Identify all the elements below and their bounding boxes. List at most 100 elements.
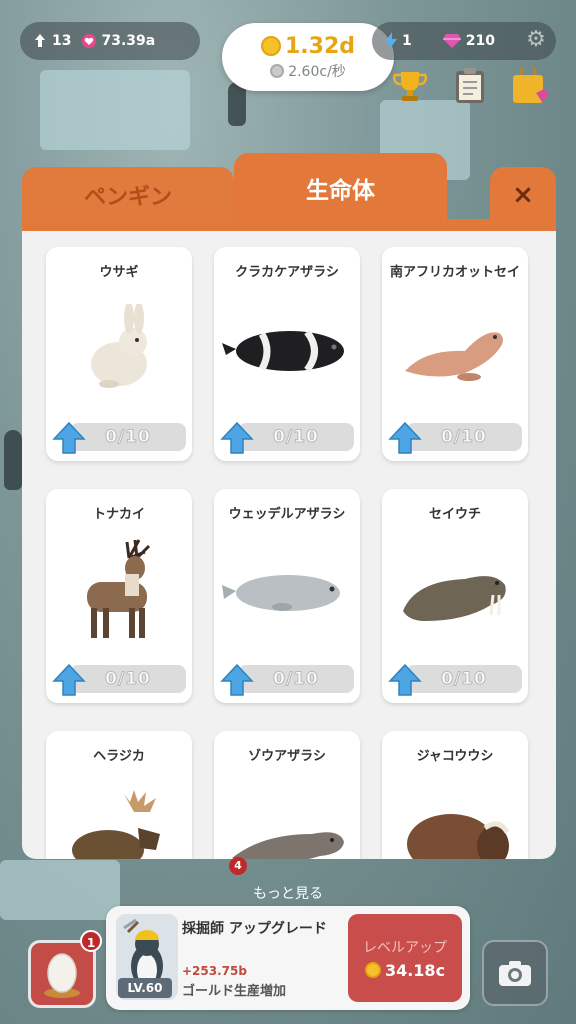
upgrade-delta: +253.75b [182,964,247,978]
ribbon-seal-illustration [214,299,360,399]
lifeform-name: クラカケアザラシ [235,265,339,280]
progress-bar: 0/10 [70,423,186,451]
egg-badge: 1 [80,930,102,952]
lifeform-grid: ウサギ 0/10 クラカケアザラシ 0/10 南アフリカオットセイ 0/10 トナカイ 0/1… [46,247,532,859]
more-badge: 4 [229,857,247,875]
lifeform-card-elephant-seal[interactable]: ゾウアザラシ [214,731,360,859]
arrow-up-icon [388,421,422,454]
tab-penguin[interactable]: ペンギン [22,167,234,223]
gems-stat[interactable]: 210 [442,33,495,49]
weddell-seal-illustration [214,541,360,641]
coin-rate-value: 2.60c/秒 [288,63,346,80]
lifeform-card-reindeer[interactable]: トナカイ 0/10 [46,489,192,703]
heart-gem-icon [82,34,97,48]
coin-icon [260,36,281,56]
hearts-stat[interactable]: 73.39a [81,33,155,49]
trophy-icon[interactable] [390,66,430,106]
gear-icon[interactable]: ⚙ [524,28,548,52]
ice-block [40,70,190,150]
penguin-figure [4,430,22,490]
lifeform-card-fur-seal[interactable]: 南アフリカオットセイ 0/10 [382,247,528,461]
egg-icon [44,953,80,998]
musk-ox-illustration [382,783,528,859]
upgrade-card[interactable]: LV.60 採掘師 アップグレード +253.75b ゴールド生産増加 レベルア… [106,906,470,1010]
energy-value: 1 [402,33,412,49]
close-button[interactable]: × [490,167,556,223]
arrow-up-icon [52,663,86,696]
lifeform-card-walrus[interactable]: セイウチ 0/10 [382,489,528,703]
energy-stat[interactable]: 1 [384,32,412,50]
levelup-cost: 34.18c [364,960,446,980]
upgrade-progress[interactable]: 0/10 [220,421,354,454]
upgrade-title: 採掘師 アップグレード [182,921,327,937]
coin-counter[interactable]: 1.32d 2.60c/秒 [222,23,394,91]
camera-icon [499,961,531,986]
gems-value: 210 [465,33,495,49]
coin-icon [364,962,381,978]
lightning-icon [385,32,397,50]
lifeform-name: 南アフリカオットセイ [389,265,520,280]
progress-bar: 0/10 [238,665,354,693]
tab-penguin-label: ペンギン [83,185,172,210]
coin-rate-icon [270,63,285,78]
lifeform-card-moose[interactable]: ヘラジカ [46,731,192,859]
levelup-button[interactable]: レベルアップ 34.18c [348,914,462,1002]
camera-button[interactable] [482,940,548,1006]
clipboard-icon[interactable] [450,66,490,106]
arrow-up-icon [388,663,422,696]
progress-bar: 0/10 [406,423,522,451]
lifeform-name: セイウチ [428,507,481,522]
upgrade-progress[interactable]: 0/10 [388,663,522,696]
diamond-icon [442,34,461,48]
progress-text: 0/10 [441,669,487,690]
upgrade-description: ゴールド生産増加 [182,984,287,999]
levelup-label: レベルアップ [363,939,447,956]
arrow-up-icon [220,663,254,696]
tab-lifeform[interactable]: 生命体 [234,153,447,223]
arrow-up-icon [52,421,86,454]
lifeform-panel: ペンギン 生命体 × ウサギ 0/10 クラカケアザラシ 0/10 南アフリカオットセイ… [22,153,556,859]
progress-text: 0/10 [273,427,319,448]
walrus-illustration [382,541,528,641]
top-shortcut-icons [390,66,550,106]
upgrade-progress[interactable]: 0/10 [52,663,186,696]
reindeer-illustration [46,539,192,641]
levelup-cost-value: 34.18c [384,960,446,980]
lifeform-card-weddell-seal[interactable]: ウェッデルアザラシ 0/10 [214,489,360,703]
penguin-icon [35,34,45,47]
moose-illustration [46,783,192,859]
panel-body: ウサギ 0/10 クラカケアザラシ 0/10 南アフリカオットセイ 0/10 トナカイ 0/1… [22,231,556,859]
arrow-up-icon [220,421,254,454]
progress-bar: 0/10 [238,423,354,451]
lifeform-card-musk-ox[interactable]: ジャコウウシ [382,731,528,859]
progress-text: 0/10 [105,669,151,690]
progress-bar: 0/10 [406,665,522,693]
fur-seal-illustration [382,299,528,399]
more-link[interactable]: もっと見る [0,883,576,903]
upgrade-progress[interactable]: 0/10 [220,663,354,696]
top-hud: 13 73.39a 1.32d 2.60c/秒 1 210 ⚙ [20,14,556,91]
left-stats: 13 73.39a [20,22,200,60]
right-stats: 1 210 ⚙ [372,22,556,60]
shop-bag-icon[interactable] [510,66,550,106]
lifeform-card-ribbon-seal[interactable]: クラカケアザラシ 0/10 [214,247,360,461]
upgrade-progress[interactable]: 0/10 [388,421,522,454]
lifeform-name: ウサギ [99,265,139,280]
rabbit-illustration [46,299,192,399]
progress-text: 0/10 [105,427,151,448]
lifeform-name: ジャコウウシ [416,749,494,764]
upgrade-progress[interactable]: 0/10 [52,421,186,454]
lifeform-name: ウェッデルアザラシ [228,507,346,522]
tab-lifeform-label: 生命体 [306,178,375,204]
progress-text: 0/10 [441,427,487,448]
population-stat[interactable]: 13 [32,33,71,49]
lifeform-name: トナカイ [92,507,145,522]
lifeform-name: ヘラジカ [93,749,145,764]
close-icon: × [512,180,534,210]
progress-bar: 0/10 [70,665,186,693]
coin-total: 1.32d [260,33,356,59]
miner-level: LV.60 [118,978,172,998]
coin-total-value: 1.32d [284,33,356,59]
hearts-value: 73.39a [101,33,156,49]
lifeform-card-rabbit[interactable]: ウサギ 0/10 [46,247,192,461]
